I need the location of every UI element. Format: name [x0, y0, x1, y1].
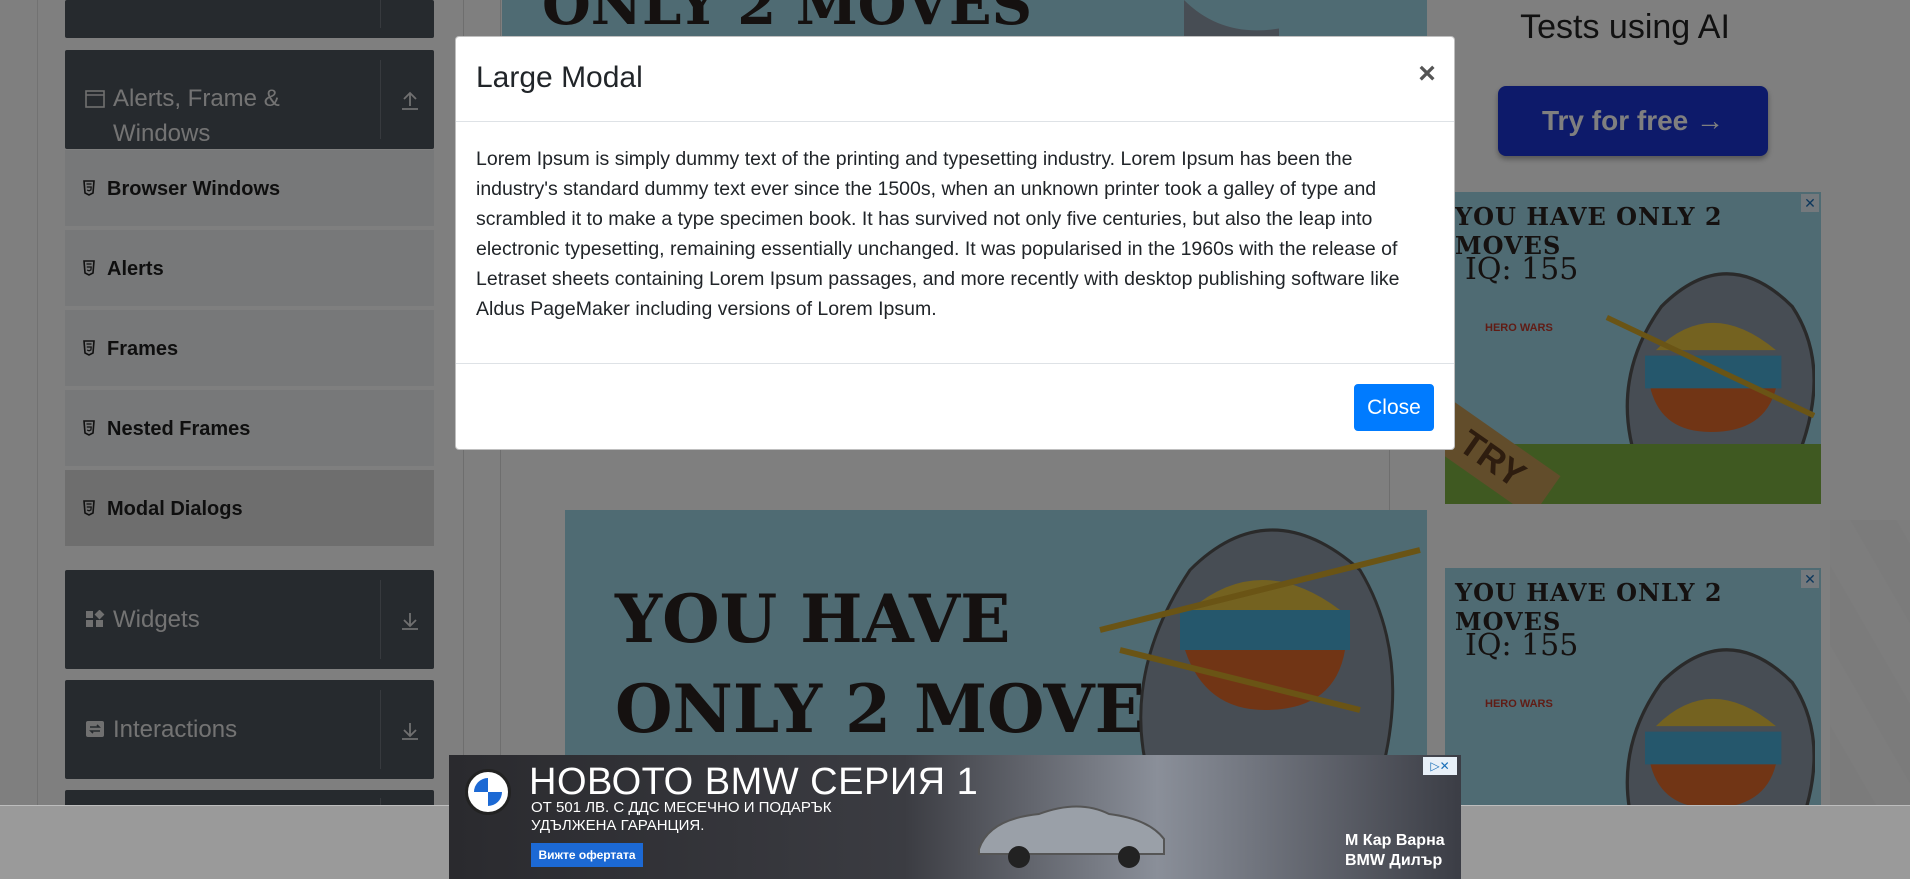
modal-footer: Close [456, 363, 1454, 449]
adchoices-icon[interactable]: ▷✕ [1423, 757, 1457, 775]
bmw-offer-button[interactable]: Вижте офертата [531, 843, 643, 867]
large-modal: Large Modal × Lorem Ipsum is simply dumm… [455, 36, 1455, 450]
car-icon [978, 805, 1165, 868]
close-button[interactable]: Close [1354, 384, 1434, 431]
bmw-ad-subtext: ОТ 501 ЛВ. С ДДС МЕСЕЧНО И ПОДАРЪК УДЪЛЖ… [531, 799, 832, 834]
modal-title: Large Modal [476, 61, 643, 94]
bmw-logo-icon [465, 769, 511, 815]
modal-header: Large Modal × [456, 37, 1454, 122]
bmw-ad[interactable]: НОВОТО BMW СЕРИЯ 1 ОТ 501 ЛВ. С ДДС МЕСЕ… [449, 755, 1461, 879]
modal-body: Lorem Ipsum is simply dummy text of the … [476, 148, 1400, 320]
bmw-ad-headline: НОВОТО BMW СЕРИЯ 1 [529, 761, 979, 803]
bmw-dealer-name: М Кар Варна BMW Дилър [1345, 832, 1445, 869]
close-icon[interactable]: × [1414, 57, 1440, 91]
